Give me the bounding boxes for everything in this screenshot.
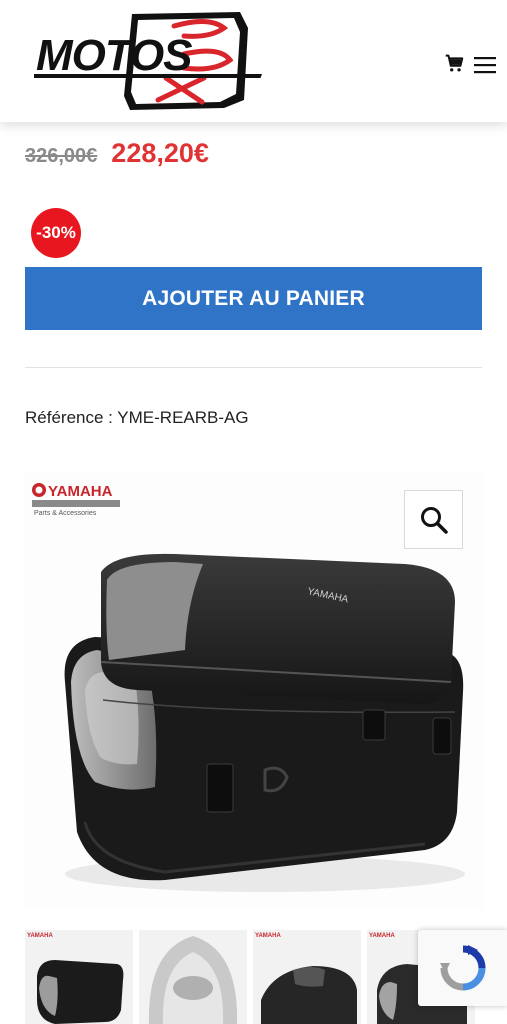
hamburger-menu-icon[interactable] [474, 56, 496, 74]
yamaha-brand-logo: YAMAHA Parts & Accessories [32, 483, 120, 517]
sale-price: 228,20€ [111, 138, 209, 168]
magnifier-icon [420, 506, 448, 534]
recaptcha-icon [439, 945, 485, 991]
logo-text: MOTOS [36, 31, 192, 80]
thumbnail-brand: YAMAHA [27, 933, 53, 939]
price-row: 326,00€ 228,20€ [25, 138, 209, 178]
brand-tagline: Parts & Accessories [34, 510, 97, 517]
cart-icon[interactable] [443, 52, 465, 74]
old-price: 326,00€ [25, 145, 98, 167]
site-logo[interactable]: MOTOS [34, 8, 294, 112]
recaptcha-badge[interactable] [418, 930, 507, 1006]
product-main-image[interactable]: YAMAHA Parts & Accessories YAMAHA [25, 472, 484, 910]
site-header: MOTOS [0, 0, 507, 122]
thumbnail-2[interactable] [139, 930, 247, 1024]
product-page: MOTOS 326,00€ 228,20€ -30% AJOUTER AU PA… [0, 0, 507, 1024]
product-reference: Référence : YME-REARB-AG [25, 408, 249, 427]
thumbnail-brand: YAMAHA [255, 933, 281, 939]
thumbnail-3[interactable]: YAMAHA [253, 930, 361, 1024]
discount-badge: -30% [31, 208, 81, 258]
divider [25, 367, 482, 368]
thumbnail-brand: YAMAHA [369, 933, 395, 939]
brand-logo-text: YAMAHA [48, 483, 113, 500]
tail-bag-photo: YAMAHA [64, 553, 465, 892]
thumbnail-1[interactable]: YAMAHA [25, 930, 133, 1024]
add-to-cart-button[interactable]: AJOUTER AU PANIER [25, 267, 482, 330]
